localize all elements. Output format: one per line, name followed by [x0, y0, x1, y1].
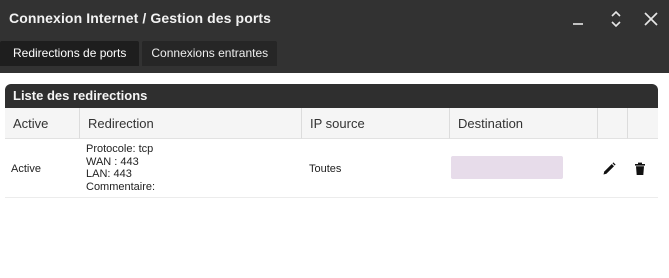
redirection-wan-port: WAN : 443	[86, 155, 139, 168]
table-row: Active Protocole: tcp WAN : 443 LAN: 443…	[5, 140, 658, 198]
column-header-ip-source: IP source	[302, 108, 450, 139]
tab-bar: Redirections de ports Connexions entrant…	[0, 41, 280, 66]
edit-button[interactable]	[601, 161, 617, 177]
minimize-button[interactable]	[567, 8, 589, 30]
window-title: Connexion Internet / Gestion des ports	[9, 10, 272, 26]
redirection-lan-port: LAN: 443	[86, 168, 132, 180]
row-ip-source: Toutes	[309, 163, 342, 175]
delete-button[interactable]	[632, 161, 648, 177]
column-header-delete	[628, 108, 658, 139]
minimize-icon	[573, 23, 583, 25]
row-redirection-details: Protocole: tcp WAN : 443 LAN: 443 Commen…	[86, 143, 155, 193]
column-header-edit	[598, 108, 628, 139]
column-header-destination: Destination	[450, 108, 598, 139]
redirection-protocol: Protocole: tcp	[86, 143, 154, 155]
redirection-comment: Commentaire:	[86, 180, 156, 193]
row-active-status: Active	[11, 163, 41, 175]
panel-title: Liste des redirections	[13, 88, 148, 103]
trash-icon	[635, 162, 645, 175]
expand-icon	[611, 10, 621, 28]
close-icon	[644, 12, 658, 26]
panel-header: Liste des redirections	[5, 84, 658, 108]
pencil-icon	[603, 162, 616, 175]
row-destination-redacted	[451, 156, 563, 179]
column-header-redirection: Redirection	[80, 108, 302, 139]
tab-redirections-de-ports[interactable]: Redirections de ports	[0, 41, 140, 66]
column-header-active: Active	[5, 108, 80, 139]
close-button[interactable]	[640, 8, 662, 30]
maximize-button[interactable]	[605, 8, 627, 30]
tab-connexions-entrantes[interactable]: Connexions entrantes	[142, 41, 278, 66]
window-titlebar: Connexion Internet / Gestion des ports R…	[0, 0, 669, 73]
